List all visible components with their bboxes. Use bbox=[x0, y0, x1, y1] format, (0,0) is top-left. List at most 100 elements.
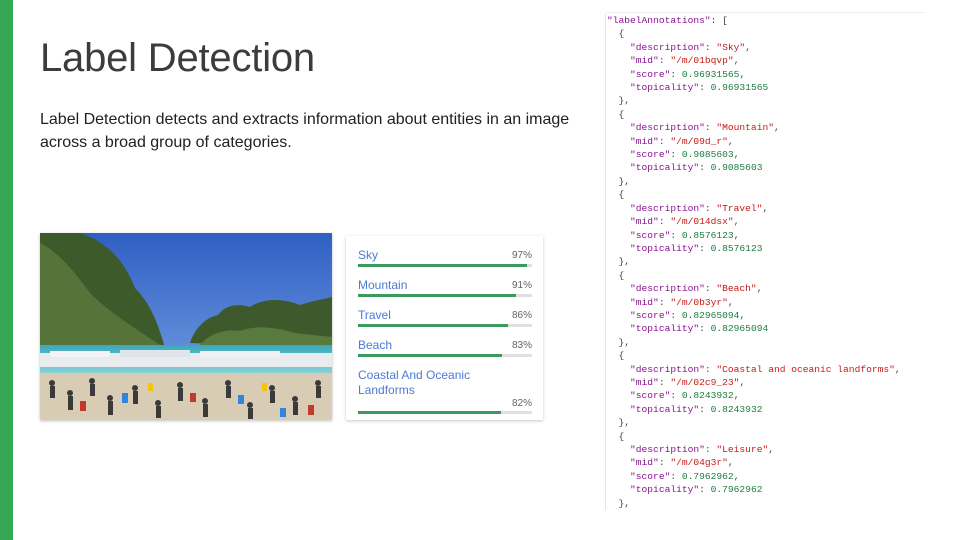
panel-top-border bbox=[605, 12, 925, 13]
json-line: "topicality": 0.8243932 bbox=[607, 403, 901, 416]
json-key: "topicality" bbox=[607, 162, 700, 174]
json-punct: , bbox=[768, 444, 774, 455]
json-punct: }, bbox=[607, 336, 631, 348]
json-punct: { bbox=[607, 350, 625, 362]
json-line: "description": "Coastal and oceanic land… bbox=[607, 363, 901, 376]
json-key: "topicality" bbox=[607, 323, 700, 335]
json-mid-value: "/m/0b3yr" bbox=[670, 296, 728, 308]
json-line: { bbox=[607, 349, 901, 362]
json-punct: , bbox=[733, 55, 740, 67]
score-bar-fill bbox=[358, 264, 527, 267]
json-key: "score" bbox=[607, 229, 671, 241]
json-line: }, bbox=[607, 416, 901, 429]
json-punct: , bbox=[756, 283, 763, 295]
json-punct: , bbox=[739, 309, 746, 321]
json-punct: : bbox=[704, 122, 717, 134]
json-punct: : bbox=[658, 376, 671, 388]
json-key: "description" bbox=[607, 363, 705, 375]
panel-left-border bbox=[605, 14, 606, 510]
json-line: "score": 0.8576123, bbox=[607, 229, 901, 242]
json-punct: : bbox=[699, 484, 711, 496]
label-name: Travel bbox=[358, 308, 391, 322]
json-key: "description" bbox=[607, 122, 705, 134]
json-key: "score" bbox=[607, 149, 671, 161]
json-line: "mid": "/m/014dsx", bbox=[607, 215, 901, 228]
json-punct: : bbox=[670, 149, 682, 161]
json-punct: { bbox=[607, 28, 625, 40]
json-punct: }, bbox=[607, 256, 631, 268]
json-score-value: 0.96931565 bbox=[681, 68, 740, 80]
json-punct: }, bbox=[607, 175, 631, 187]
json-key: "mid" bbox=[607, 457, 659, 469]
json-line: "description": "Leisure", bbox=[607, 443, 901, 456]
json-punct: , bbox=[773, 122, 780, 134]
json-punct: , bbox=[733, 149, 740, 161]
json-punct: : bbox=[704, 363, 717, 375]
label-name: Beach bbox=[358, 338, 393, 352]
json-key: "score" bbox=[607, 68, 671, 80]
slide-subtitle: Label Detection detects and extracts inf… bbox=[40, 111, 570, 151]
json-punct: : bbox=[699, 242, 711, 254]
json-key: "mid" bbox=[607, 296, 659, 308]
json-punct: }, bbox=[607, 95, 631, 107]
score-bar-track bbox=[358, 324, 532, 327]
json-key: "topicality" bbox=[607, 82, 700, 94]
json-key: "mid" bbox=[607, 55, 659, 67]
json-key: "mid" bbox=[607, 376, 659, 388]
json-score-value: 0.82965094 bbox=[681, 309, 740, 321]
json-line: { bbox=[607, 27, 901, 40]
label-percent: 86% bbox=[511, 310, 532, 321]
json-mid-value: "/m/01bqvp" bbox=[670, 55, 734, 67]
json-code: "labelAnnotations": [ { "description": "… bbox=[607, 14, 901, 510]
json-punct: : bbox=[658, 135, 671, 147]
json-mid-value: "/m/02c9_23" bbox=[670, 376, 740, 388]
json-line: "description": "Beach", bbox=[607, 282, 901, 295]
json-punct: { bbox=[607, 430, 625, 442]
json-line: "mid": "/m/04g3r", bbox=[607, 456, 901, 469]
json-punct: : bbox=[704, 283, 717, 295]
json-punct: , bbox=[733, 390, 740, 402]
json-score-value: 0.9085603 bbox=[681, 149, 734, 161]
json-mid-value: "/m/04g3r" bbox=[670, 457, 728, 469]
json-topicality-value: 0.8243932 bbox=[710, 403, 763, 415]
json-description-value: "Travel" bbox=[716, 202, 763, 214]
json-punct: { bbox=[607, 108, 625, 120]
json-key: "mid" bbox=[607, 216, 659, 228]
json-punct: : bbox=[658, 296, 671, 308]
json-punct: : bbox=[670, 470, 682, 482]
score-bar-fill bbox=[358, 294, 517, 297]
json-line: "topicality": 0.7962962 bbox=[607, 483, 901, 496]
json-line: "score": 0.7962962, bbox=[607, 470, 901, 483]
json-line: }, bbox=[607, 497, 901, 510]
json-punct: , bbox=[739, 68, 746, 80]
json-key: "description" bbox=[607, 41, 705, 53]
json-line: "score": 0.96931565, bbox=[607, 68, 901, 81]
beach-photo bbox=[40, 233, 332, 420]
json-description-value: "Coastal and oceanic landforms" bbox=[716, 363, 895, 375]
json-punct: , bbox=[727, 457, 734, 469]
json-punct: : bbox=[699, 162, 711, 174]
json-key: "description" bbox=[607, 202, 705, 214]
json-punct: , bbox=[894, 363, 901, 375]
score-bar-track bbox=[358, 411, 532, 414]
json-description-value: "Beach" bbox=[716, 283, 757, 295]
json-topicality-value: 0.8576123 bbox=[710, 242, 763, 254]
json-punct: : bbox=[658, 55, 671, 67]
label-percent: 91% bbox=[511, 280, 532, 291]
json-punct: }, bbox=[607, 497, 631, 509]
json-punct: { bbox=[607, 189, 625, 201]
json-line: { bbox=[607, 108, 901, 121]
json-topicality-value: 0.7962962 bbox=[710, 484, 763, 496]
json-response-panel: "labelAnnotations": [ { "description": "… bbox=[605, 8, 925, 510]
json-punct: : bbox=[704, 444, 717, 455]
json-punct: : bbox=[670, 68, 682, 80]
json-line: "topicality": 0.96931565 bbox=[607, 81, 901, 94]
json-key: "description" bbox=[607, 283, 705, 295]
json-punct: , bbox=[745, 41, 751, 53]
json-line: "score": 0.82965094, bbox=[607, 309, 901, 322]
json-line: "description": "Mountain", bbox=[607, 121, 901, 134]
json-key: "score" bbox=[607, 470, 671, 482]
json-punct: : bbox=[670, 390, 682, 402]
json-punct: , bbox=[727, 135, 734, 147]
json-key: "score" bbox=[607, 309, 671, 321]
